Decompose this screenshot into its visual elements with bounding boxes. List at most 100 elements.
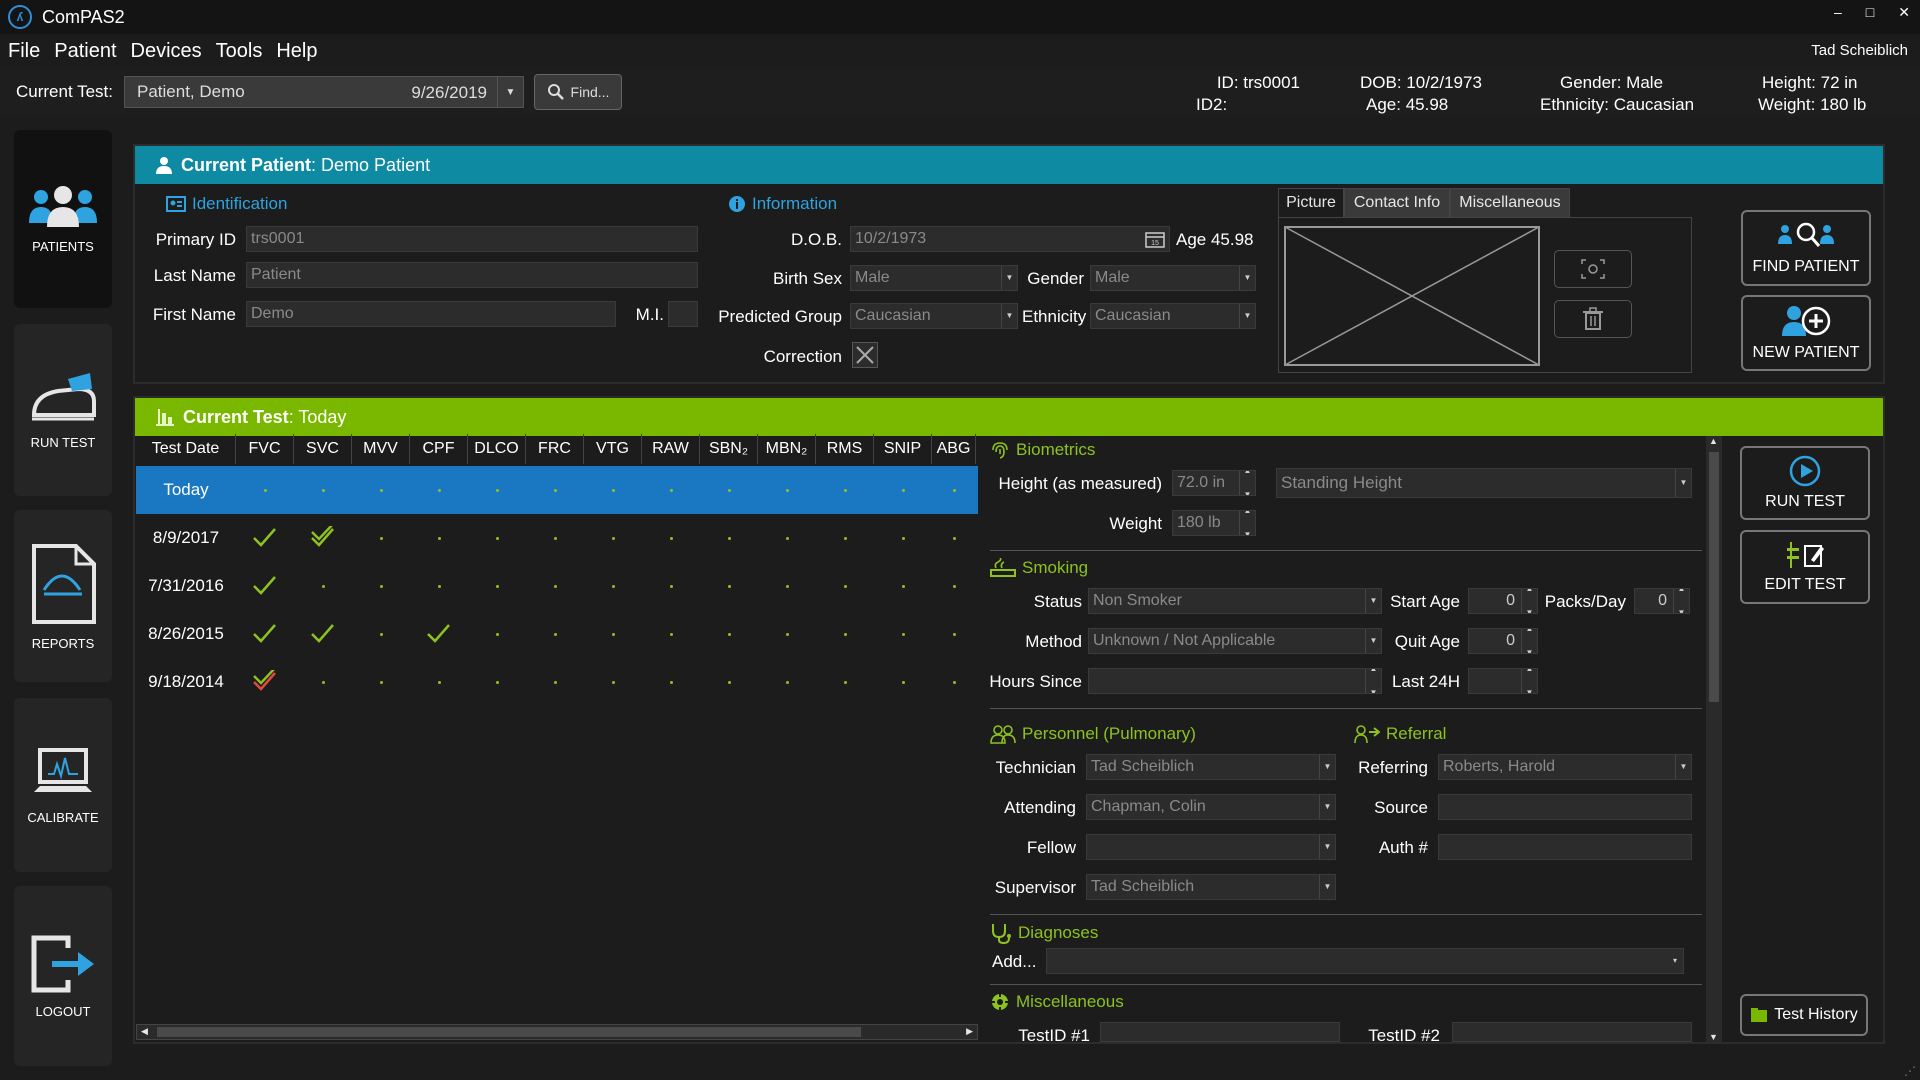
ethnicity-select[interactable]: Caucasian ▼ <box>1090 303 1256 329</box>
calendar-icon[interactable]: 15 <box>1145 230 1165 248</box>
dob-field[interactable]: 10/2/1973 15 <box>850 226 1170 252</box>
menu-help[interactable]: Help <box>276 40 317 63</box>
auth-field[interactable] <box>1438 834 1692 860</box>
auth-label: Auth # <box>1378 838 1428 857</box>
dot-icon <box>379 680 383 684</box>
maximize-button[interactable]: □ <box>1866 4 1874 21</box>
table-row[interactable]: 7/31/2016 <box>136 562 978 610</box>
test-status-cell <box>468 466 526 514</box>
weight-label: Weight: <box>1758 95 1816 114</box>
fellow-select[interactable]: ▼ <box>1086 834 1336 860</box>
spinner-icon[interactable]: ▲ ▼ <box>1365 669 1381 693</box>
scroll-right-icon[interactable]: ▶ <box>966 1026 973 1037</box>
smoking-status-select[interactable]: Non Smoker ▼ <box>1088 588 1382 614</box>
spinner-icon[interactable]: ▲ ▼ <box>1673 589 1689 613</box>
vertical-scrollbar[interactable]: ▲ ▼ <box>1706 436 1722 1042</box>
column-header[interactable]: FRC <box>526 434 584 464</box>
current-test-select[interactable]: Patient, Demo 9/26/2019 ▼ <box>124 76 524 108</box>
test-history-button[interactable]: Test History <box>1740 994 1868 1036</box>
spinner-icon[interactable]: ▲ ▼ <box>1521 589 1537 613</box>
testid1-field[interactable] <box>1100 1022 1340 1042</box>
height-method-select[interactable]: Standing Height ▼ <box>1276 468 1692 498</box>
column-header[interactable]: ABG <box>932 434 976 464</box>
nav-calibrate[interactable]: CALIBRATE <box>14 698 112 872</box>
minimize-button[interactable]: – <box>1834 4 1842 21</box>
attending-select[interactable]: Chapman, Colin ▼ <box>1086 794 1336 820</box>
scroll-up-icon[interactable]: ▲ <box>1709 436 1718 446</box>
scroll-down-icon[interactable]: ▼ <box>1709 1032 1718 1042</box>
nav-run-test[interactable]: RUN TEST <box>14 324 112 496</box>
find-patient-button[interactable]: FIND PATIENT <box>1741 210 1871 286</box>
testid2-field[interactable] <box>1452 1022 1692 1042</box>
supervisor-select[interactable]: Tad Scheiblich ▼ <box>1086 874 1336 900</box>
smoking-method-select[interactable]: Unknown / Not Applicable ▼ <box>1088 628 1382 654</box>
menu-devices[interactable]: Devices <box>131 40 202 63</box>
vertical-scrollbar-thumb[interactable] <box>1709 452 1719 702</box>
nav-patients[interactable]: PATIENTS <box>14 130 112 308</box>
test-status-cell <box>874 466 932 514</box>
column-header[interactable]: CPF <box>410 434 468 464</box>
column-header[interactable]: RAW <box>642 434 700 464</box>
gender-select[interactable]: Male ▼ <box>1090 265 1256 291</box>
miscellaneous-tab[interactable]: Miscellaneous <box>1450 188 1570 218</box>
capture-photo-button[interactable] <box>1554 250 1632 288</box>
quit-age-field[interactable]: 0 ▲ ▼ <box>1468 628 1538 654</box>
start-age-field[interactable]: 0 ▲ ▼ <box>1468 588 1538 614</box>
horizontal-scrollbar[interactable]: ◀ ▶ <box>136 1024 978 1040</box>
column-header[interactable]: Test Date <box>136 434 236 464</box>
spinner-icon[interactable]: ▲ ▼ <box>1239 471 1255 495</box>
predicted-group-select[interactable]: Caucasian ▼ <box>850 303 1018 329</box>
nav-reports[interactable]: REPORTS <box>14 510 112 682</box>
column-header[interactable]: VTG <box>584 434 642 464</box>
table-row[interactable]: 9/18/2014 <box>136 658 978 706</box>
column-header[interactable]: FVC <box>236 434 294 464</box>
menu-tools[interactable]: Tools <box>216 40 263 63</box>
source-field[interactable] <box>1438 794 1692 820</box>
technician-select[interactable]: Tad Scheiblich ▼ <box>1086 754 1336 780</box>
run-test-button[interactable]: RUN TEST <box>1740 446 1870 520</box>
spinner-icon[interactable]: ▲ ▼ <box>1239 511 1255 535</box>
column-header[interactable]: SVC <box>294 434 352 464</box>
spinner-icon[interactable]: ▲ ▼ <box>1521 669 1537 693</box>
last-name-field[interactable]: Patient <box>246 262 698 288</box>
delete-photo-button[interactable] <box>1554 300 1632 338</box>
table-row[interactable]: Today <box>136 466 978 514</box>
column-header[interactable]: SBN₂ <box>700 434 758 464</box>
resize-grip-icon[interactable]: ⋰ <box>1904 1064 1916 1078</box>
column-header[interactable]: SNIP <box>874 434 932 464</box>
correction-checkbox[interactable] <box>852 342 878 368</box>
testid2-label: TestID #2 <box>1368 1026 1440 1045</box>
menu-file[interactable]: File <box>8 40 40 63</box>
column-header[interactable]: MBN₂ <box>758 434 816 464</box>
primary-id-field[interactable]: trs0001 <box>246 226 698 252</box>
picture-tab[interactable]: Picture <box>1278 188 1344 218</box>
birth-sex-select[interactable]: Male ▼ <box>850 265 1018 291</box>
table-row[interactable]: 8/9/2017 <box>136 514 978 562</box>
height-field[interactable]: 72.0 in ▲ ▼ <box>1172 470 1256 496</box>
contact-info-tab[interactable]: Contact Info <box>1344 188 1450 218</box>
edit-test-button[interactable]: EDIT TEST <box>1740 530 1870 604</box>
spinner-icon[interactable]: ▲ ▼ <box>1521 629 1537 653</box>
nav-logout[interactable]: LOGOUT <box>14 886 112 1066</box>
packs-day-field[interactable]: 0 ▲ ▼ <box>1634 588 1690 614</box>
menu-patient[interactable]: Patient <box>54 40 116 63</box>
last24h-field[interactable]: ▲ ▼ <box>1468 668 1538 694</box>
column-header[interactable]: RMS <box>816 434 874 464</box>
chevron-down-icon[interactable]: ▼ <box>497 77 523 107</box>
referring-select[interactable]: Roberts, Harold ▼ <box>1438 754 1692 780</box>
hours-since-field[interactable]: ▲ ▼ <box>1088 668 1382 694</box>
current-patient-name: : Demo Patient <box>311 154 431 175</box>
column-header[interactable]: DLCO <box>468 434 526 464</box>
new-patient-button[interactable]: NEW PATIENT <box>1741 295 1871 371</box>
column-header[interactable]: MVV <box>352 434 410 464</box>
weight-field[interactable]: 180 lb ▲ ▼ <box>1172 510 1256 536</box>
attending-label: Attending <box>1004 798 1076 817</box>
first-name-field[interactable]: Demo <box>246 301 616 327</box>
scroll-left-icon[interactable]: ◀ <box>141 1026 148 1037</box>
close-button[interactable]: ✕ <box>1898 4 1910 21</box>
find-button[interactable]: Find... <box>534 74 622 110</box>
mi-field[interactable] <box>668 301 698 327</box>
table-row[interactable]: 8/26/2015 <box>136 610 978 658</box>
diagnoses-select[interactable]: ▾ <box>1046 948 1684 974</box>
scrollbar-thumb[interactable] <box>157 1027 861 1037</box>
